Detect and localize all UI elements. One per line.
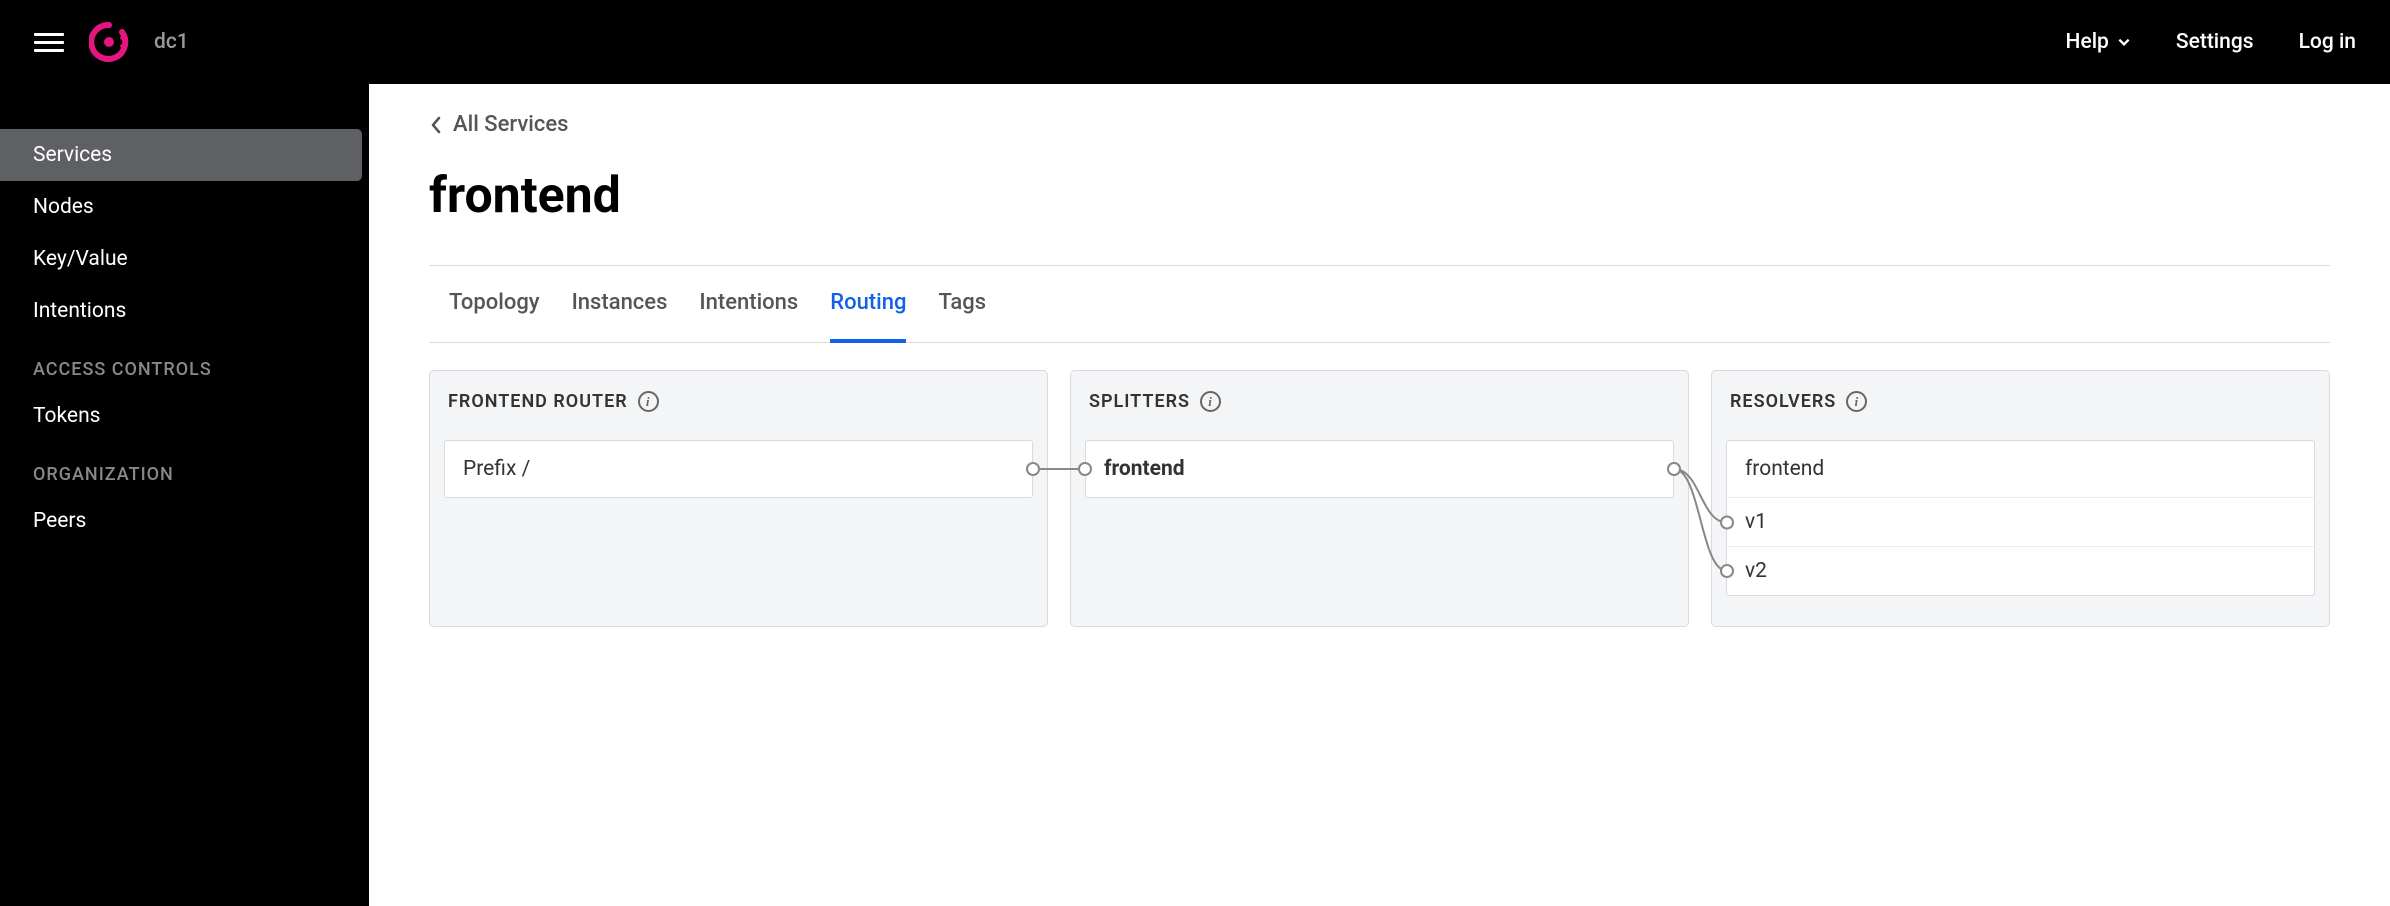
tabs: Topology Instances Intentions Routing Ta… [429,265,2330,343]
header-left: dc1 [34,22,189,62]
login-link[interactable]: Log in [2299,30,2356,54]
sidebar-item-services[interactable]: Services [0,129,362,181]
tab-tags[interactable]: Tags [938,266,986,343]
splitters-card: SPLITTERS i frontend [1070,370,1689,627]
info-icon[interactable]: i [1200,391,1221,412]
main-content: All Services frontend Topology Instances… [369,84,2390,906]
sidebar-item-nodes[interactable]: Nodes [0,181,369,233]
sidebar-heading-access: ACCESS CONTROLS [0,337,369,390]
header-right: Help Settings Log in [2066,30,2356,54]
page-title: frontend [429,167,2330,225]
resolver-v2[interactable]: v2 [1727,547,2314,595]
resolver-v1[interactable]: v1 [1727,498,2314,547]
hamburger-menu-icon[interactable] [34,27,64,57]
help-label: Help [2066,30,2109,54]
consul-logo-icon[interactable] [89,22,129,62]
resolver-group: frontend v1 v2 [1726,440,2315,596]
tab-instances[interactable]: Instances [572,266,668,343]
top-header: dc1 Help Settings Log in [0,0,2390,84]
resolvers-card: RESOLVERS i frontend v1 v2 [1711,370,2330,627]
sidebar-item-keyvalue[interactable]: Key/Value [0,233,369,285]
chevron-left-icon [429,115,443,135]
sidebar: Services Nodes Key/Value Intentions ACCE… [0,84,369,906]
splitter-frontend-item[interactable]: frontend [1085,440,1674,498]
router-prefix-item[interactable]: Prefix / [444,440,1033,498]
breadcrumb-back[interactable]: All Services [429,112,2330,137]
chevron-down-icon [2117,35,2131,49]
resolver-frontend[interactable]: frontend [1727,441,2314,498]
sidebar-item-peers[interactable]: Peers [0,495,369,547]
help-dropdown[interactable]: Help [2066,30,2131,54]
sidebar-item-tokens[interactable]: Tokens [0,390,369,442]
resolvers-card-header: RESOLVERS i [1726,391,2315,440]
breadcrumb-label: All Services [453,112,568,137]
tab-routing[interactable]: Routing [830,266,906,343]
datacenter-label[interactable]: dc1 [154,30,189,54]
info-icon[interactable]: i [638,391,659,412]
sidebar-heading-org: ORGANIZATION [0,442,369,495]
info-icon[interactable]: i [1846,391,1867,412]
router-card: FRONTEND ROUTER i Prefix / [429,370,1048,627]
tab-intentions[interactable]: Intentions [699,266,798,343]
sidebar-item-intentions[interactable]: Intentions [0,285,369,337]
router-card-header: FRONTEND ROUTER i [444,391,1033,440]
splitters-card-header: SPLITTERS i [1085,391,1674,440]
routing-row: FRONTEND ROUTER i Prefix / SPLITTERS i f… [429,370,2330,627]
settings-link[interactable]: Settings [2176,30,2254,54]
tab-topology[interactable]: Topology [449,266,540,343]
